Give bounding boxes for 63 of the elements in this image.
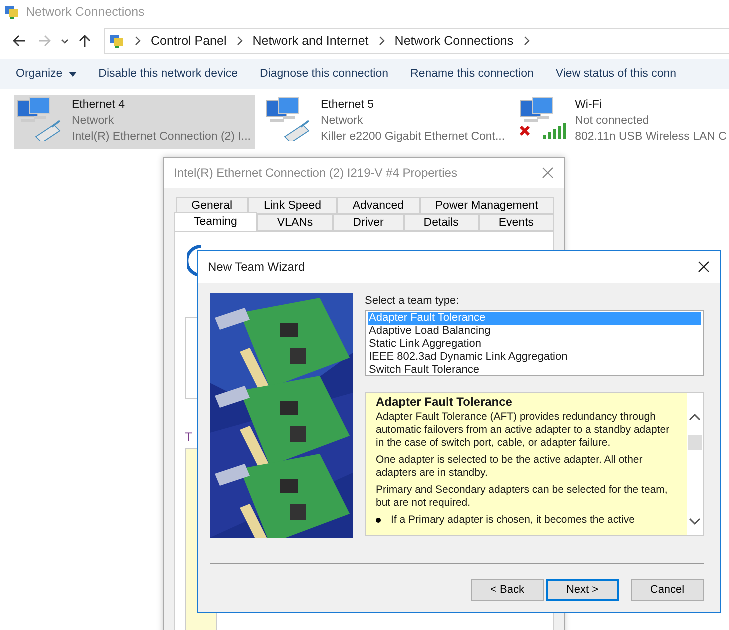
chevron-right-icon[interactable] <box>522 36 531 46</box>
window-title: Network Connections <box>26 5 145 19</box>
tab[interactable]: Details <box>404 214 479 231</box>
logo-icon <box>187 244 203 278</box>
network-folder-icon <box>4 4 20 20</box>
tab[interactable]: VLANs <box>257 214 334 231</box>
connection-status: Network <box>72 114 116 129</box>
chevron-right-icon[interactable] <box>236 36 244 46</box>
tab[interactable]: Events <box>478 214 554 231</box>
section-label: T <box>185 430 192 444</box>
description-heading: Adapter Fault Tolerance <box>376 395 514 409</box>
close-icon[interactable] <box>698 261 710 273</box>
scroll-thumb[interactable] <box>688 435 702 450</box>
toolbar-button[interactable]: Rename this connection <box>402 68 542 80</box>
network-adapter-icon <box>519 97 568 141</box>
description-paragraph: Adapter Fault Tolerance (AFT) provides redundancy through automatic failovers from an active adapter to a standby adapter in the case of switch port, cable, or adapter failure. <box>376 411 671 450</box>
back-arrow-icon[interactable] <box>12 34 26 48</box>
scroll-down-icon[interactable] <box>689 518 701 526</box>
organize-button[interactable]: Organize <box>8 68 85 80</box>
connection-name: Ethernet 5 <box>320 98 376 113</box>
up-arrow-icon[interactable] <box>78 34 92 48</box>
network-folder-icon <box>109 33 125 49</box>
tab[interactable]: Power Management <box>420 197 554 214</box>
chevron-right-icon[interactable] <box>134 36 142 46</box>
toolbar-button[interactable]: View status of this conn <box>548 68 685 80</box>
dialog-button[interactable]: Cancel <box>631 579 704 601</box>
connection-item[interactable]: Ethernet 5 Network Killer e2200 Gigabit Ethernet Cont... <box>262 95 510 149</box>
adapter-name: Killer e2200 Gigabit Ethernet Cont... <box>320 130 506 145</box>
caret-icon <box>68 72 77 76</box>
dialog-title: Intel(R) Ethernet Connection (2) I219-V #4 Properties <box>174 166 458 180</box>
list-item[interactable]: Switch Fault Tolerance <box>368 364 701 377</box>
dialog-button[interactable]: < Back <box>471 579 544 601</box>
breadcrumb[interactable]: Network Connections <box>394 34 514 48</box>
dialog-button[interactable]: Next > <box>546 579 619 601</box>
tab[interactable]: Driver <box>333 214 404 231</box>
list-item[interactable]: IEEE 802.3ad Dynamic Link Aggregation <box>368 351 701 364</box>
scroll-up-icon[interactable] <box>689 413 701 421</box>
connection-name: Ethernet 4 <box>72 98 126 113</box>
tab[interactable]: Teaming <box>174 212 258 232</box>
breadcrumb[interactable]: Network and Internet <box>252 34 369 48</box>
description-paragraph: Primary and Secondary adapters can be selected for the team, but are not required. <box>376 484 669 510</box>
connection-status: Not connected <box>575 114 650 129</box>
tab[interactable]: Advanced <box>337 197 420 214</box>
chevron-right-icon[interactable] <box>378 36 386 46</box>
connection-name: Wi-Fi <box>575 98 603 113</box>
dialog-title: New Team Wizard <box>208 260 306 274</box>
description-paragraph: One adapter is selected to be the active adapter. All other adapters are in standby. <box>376 454 644 480</box>
connection-status: Network <box>320 114 364 129</box>
list-item[interactable]: Adaptive Load Balancing <box>368 325 701 338</box>
address-bar[interactable]: Control Panel Network and Internet Network Connections <box>104 28 729 54</box>
team-type-list[interactable]: Adapter Fault Tolerance Adaptive Load Balancing Static Link Aggregation IEEE 802.3ad Dynamic Link Aggregation Switch Fault Tolerance <box>365 310 704 376</box>
list-item[interactable]: Static Link Aggregation <box>368 338 701 351</box>
toolbar-button[interactable]: Diagnose this connection <box>252 68 397 80</box>
adapter-name: 802.11n USB Wireless LAN C <box>575 130 727 145</box>
bullet-icon <box>376 518 381 523</box>
list-label: Select a team type: <box>365 295 460 308</box>
toolbar-button[interactable]: Disable this network device <box>90 68 246 80</box>
connection-item[interactable]: Ethernet 4 Network Intel(R) Ethernet Connection (2) I... <box>14 95 255 149</box>
tab[interactable]: Link Speed <box>248 197 338 214</box>
bullet-text: If a Primary adapter is chosen, it becomes the active <box>391 514 635 527</box>
adapter-name: Intel(R) Ethernet Connection (2) I... <box>72 130 251 145</box>
breadcrumb[interactable]: Control Panel <box>151 34 227 48</box>
connection-item[interactable]: Wi-Fi Not connected 802.11n USB Wireless LAN C <box>517 95 729 149</box>
